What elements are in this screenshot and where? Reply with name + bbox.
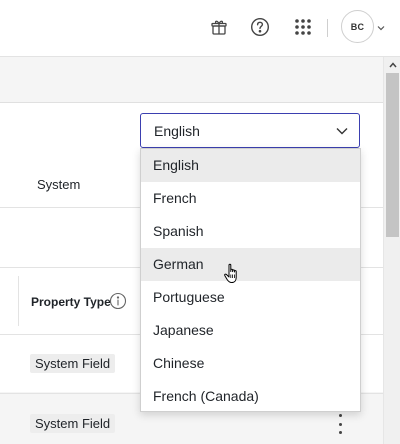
more-options-icon[interactable] (336, 414, 344, 434)
status-badge: System Field (30, 354, 116, 373)
hand-pointer-cursor-icon (223, 262, 243, 286)
app-launcher-grid-icon[interactable] (290, 14, 316, 40)
language-option[interactable]: Portuguese (141, 281, 360, 314)
language-select[interactable]: English (140, 113, 360, 148)
column-divider (18, 276, 19, 326)
top-bar: BC (0, 0, 400, 57)
topbar-divider (327, 19, 328, 37)
language-option[interactable]: Spanish (141, 215, 360, 248)
scroll-up-arrow-icon[interactable] (384, 57, 400, 73)
gift-box-icon[interactable] (206, 14, 232, 40)
language-option[interactable]: French (141, 182, 360, 215)
vertical-scrollbar[interactable] (383, 57, 400, 444)
chevron-down-icon (335, 124, 349, 138)
language-option[interactable]: Japanese (141, 314, 360, 347)
column-header-property-type[interactable]: Property Type (31, 295, 111, 309)
help-circle-icon[interactable] (247, 14, 273, 40)
language-option[interactable]: Chinese (141, 347, 360, 380)
language-option[interactable]: German (141, 248, 360, 281)
language-option[interactable]: English (141, 149, 360, 182)
table-cell-system: System (37, 177, 81, 192)
user-avatar[interactable]: BC (341, 10, 374, 43)
info-icon[interactable] (109, 292, 127, 310)
language-select-value: English (154, 123, 200, 139)
chevron-down-icon[interactable] (376, 20, 386, 31)
language-option[interactable]: French (Canada) (141, 380, 360, 413)
status-badge: System Field (30, 414, 116, 433)
language-dropdown-list: English French Spanish German Portuguese… (140, 148, 361, 412)
scrollbar-thumb[interactable] (386, 73, 399, 237)
